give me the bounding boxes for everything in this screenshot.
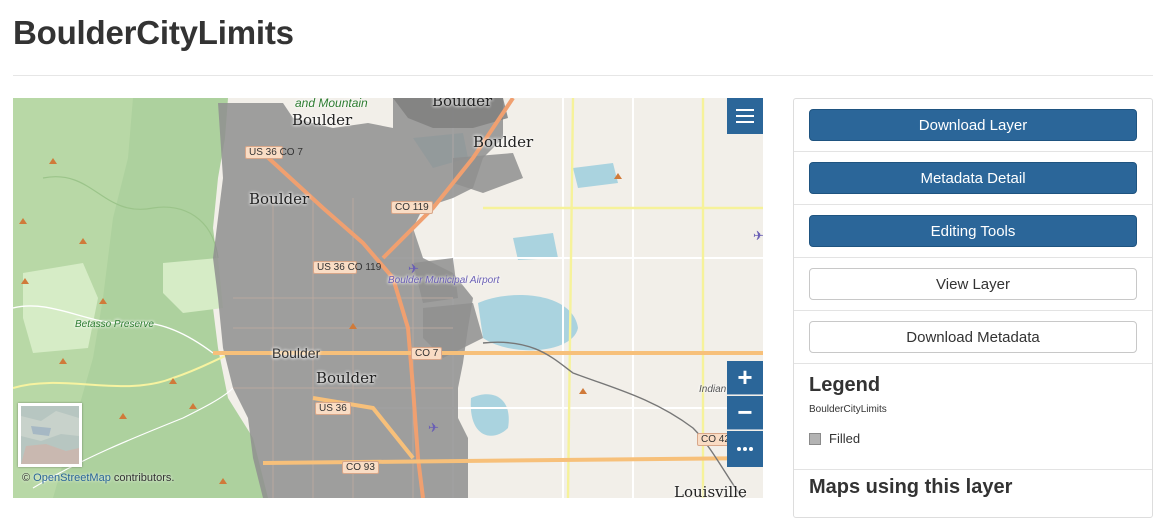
city-label: Boulder: [272, 345, 321, 361]
zoom-out-button[interactable]: −: [727, 396, 763, 430]
road-shield: CO 119: [391, 201, 433, 214]
editing-tools-button[interactable]: Editing Tools: [809, 215, 1137, 247]
sidebar-row: Download Layer: [794, 99, 1152, 152]
city-label: Boulder: [316, 369, 377, 387]
more-icon: [737, 447, 753, 451]
sidebar-row: Download Metadata: [794, 311, 1152, 364]
svg-text:✈: ✈: [753, 229, 763, 244]
thumbnail-image: [21, 406, 79, 464]
legend-swatch: [809, 432, 821, 445]
download-layer-button[interactable]: Download Layer: [809, 109, 1137, 141]
legend-layer-name: BoulderCityLimits: [809, 404, 887, 415]
road-shield: US 36: [315, 402, 351, 415]
sidebar-row: View Layer: [794, 258, 1152, 311]
osm-link[interactable]: OpenStreetMap: [33, 472, 111, 484]
maps-using-heading: Maps using this layer: [809, 476, 1013, 498]
page-title: BoulderCityLimits: [13, 14, 294, 51]
metadata-detail-button[interactable]: Metadata Detail: [809, 162, 1137, 194]
legend-heading: Legend: [809, 374, 881, 396]
title-divider: [13, 75, 1153, 76]
park-label: and Mountain: [295, 98, 368, 110]
more-options-button[interactable]: [727, 431, 763, 467]
attribution-suffix: contributors.: [113, 472, 175, 484]
road-shield: US 36 CO 7: [245, 146, 303, 159]
road-shield: CO 7: [411, 347, 443, 360]
map-viewport[interactable]: ✈ ✈ ✈ and Mountain Boulder Boulder Bould…: [13, 98, 763, 498]
airport-label: Boulder Municipal Airport: [388, 275, 499, 286]
road-shield: US 36 CO 119: [313, 261, 381, 274]
city-label: Boulder: [292, 111, 353, 129]
city-label: Boulder: [473, 133, 534, 151]
hamburger-icon: [736, 109, 754, 123]
map-attribution: © OpenStreetMap contributors.: [22, 472, 174, 484]
sidebar-row: Editing Tools: [794, 205, 1152, 258]
download-metadata-button[interactable]: Download Metadata: [809, 321, 1137, 353]
layer-sidebar: Download Layer Metadata Detail Editing T…: [793, 98, 1153, 518]
zoom-in-button[interactable]: +: [727, 361, 763, 395]
city-label: Louisville: [674, 483, 747, 498]
sidebar-row: Metadata Detail: [794, 152, 1152, 205]
basemap-thumbnail[interactable]: [18, 403, 82, 467]
city-label: Boulder: [432, 98, 493, 110]
basemap[interactable]: ✈ ✈ ✈: [13, 98, 763, 498]
legend-entry: Filled: [809, 431, 1137, 446]
city-label: Boulder: [249, 190, 310, 208]
preserve-label: Betasso Preserve: [75, 319, 154, 330]
road-shield: CO 93: [342, 461, 379, 474]
layer-switcher-button[interactable]: [727, 98, 763, 134]
svg-text:✈: ✈: [428, 421, 439, 436]
legend-panel: Legend BoulderCityLimits Filled: [794, 364, 1152, 470]
maps-using-section: Maps using this layer: [794, 470, 1152, 505]
view-layer-button[interactable]: View Layer: [809, 268, 1137, 300]
copyright-symbol: ©: [22, 472, 31, 484]
legend-entry-label: Filled: [829, 431, 861, 446]
